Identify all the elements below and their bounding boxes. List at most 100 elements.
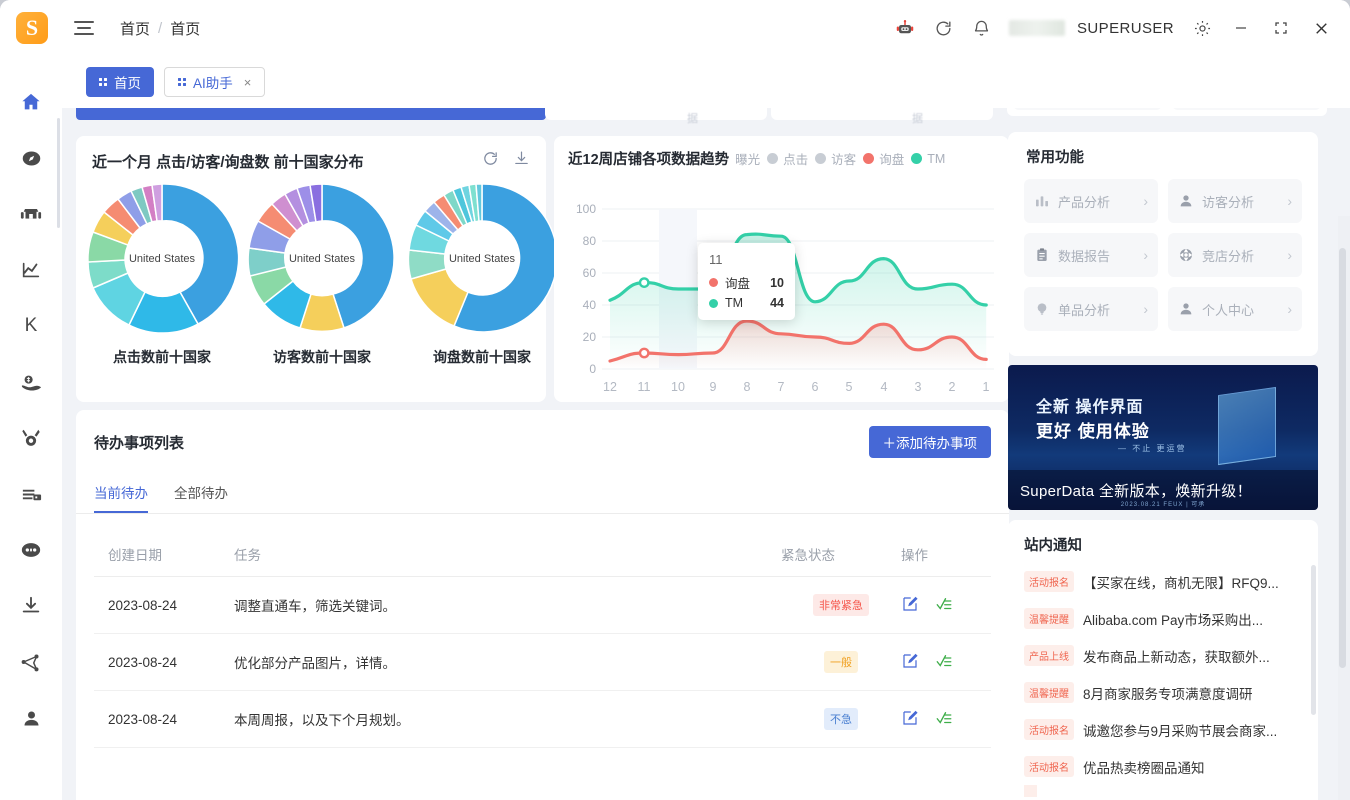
country-card-header: 近一个月 点击/访客/询盘数 前十国家分布 xyxy=(76,136,546,172)
todo-tab-current[interactable]: 当前待办 xyxy=(94,482,148,513)
function-visitor-analysis[interactable]: 访客分析 › xyxy=(1168,179,1302,223)
menu-toggle-icon[interactable] xyxy=(74,17,94,39)
function-personal-center[interactable]: 个人中心 › xyxy=(1168,287,1302,331)
list-item[interactable]: 温馨提醒 8月商家服务专项满意度调研 xyxy=(1024,674,1304,711)
svg-text:3: 3 xyxy=(915,380,922,391)
todo-header: 待办事项列表 ＋添加待办事项 xyxy=(76,410,1009,458)
notification-tag: 活动报名 xyxy=(1024,719,1074,740)
username-label: SUPERUSER xyxy=(1077,19,1174,37)
chevron-right-icon: › xyxy=(1287,247,1292,263)
legend-item-tm[interactable]: TM xyxy=(911,152,945,166)
svg-text:80: 80 xyxy=(583,234,597,248)
legend-label: 点击 xyxy=(783,153,809,167)
col-header-date: 创建日期 xyxy=(94,534,234,577)
list-item[interactable]: 产品上线 发布商品上新动态，获取额外... xyxy=(1024,637,1304,674)
sidebar-item-card-stack[interactable] xyxy=(0,466,62,522)
table-header-row: 创建日期 任务 紧急状态 操作 xyxy=(94,534,991,577)
bell-icon[interactable] xyxy=(971,18,991,38)
sidebar-item-keyword[interactable]: K xyxy=(0,298,62,354)
sidebar-item-trend-chart[interactable] xyxy=(0,242,62,298)
complete-icon[interactable] xyxy=(935,652,953,673)
add-todo-button[interactable]: ＋添加待办事项 xyxy=(868,426,991,458)
sidebar-item-download[interactable] xyxy=(0,578,62,634)
complete-icon[interactable] xyxy=(935,595,953,616)
tooltip-value: 10 xyxy=(770,275,784,290)
grid-icon xyxy=(99,78,107,86)
minimize-button[interactable] xyxy=(1230,17,1252,39)
app-window: S 首页 / 首页 SUPERUSER K 首页 AI助手 × 据 据 近一个月… xyxy=(0,0,1350,800)
sidebar: K xyxy=(0,56,62,800)
chevron-right-icon: › xyxy=(1143,193,1148,209)
function-single-product-analysis[interactable]: 单品分析 › xyxy=(1024,287,1158,331)
main-content: 据 据 近一个月 点击/访客/询盘数 前十国家分布 United States … xyxy=(62,108,1350,800)
sidebar-item-compass[interactable] xyxy=(0,130,62,186)
edit-icon[interactable] xyxy=(901,709,919,730)
legend-dot xyxy=(815,153,827,164)
notification-tag: 温馨提醒 xyxy=(1024,682,1074,703)
todo-card: 待办事项列表 ＋添加待办事项 当前待办 全部待办 创建日期 任务 紧急状态 操作 xyxy=(76,410,1009,800)
gear-icon[interactable] xyxy=(1192,18,1212,38)
legend-item-exposure[interactable]: 曝光 xyxy=(735,149,760,168)
list-item[interactable]: 温馨提醒 Alibaba.com Pay市场采购出... xyxy=(1024,600,1304,637)
function-data-report[interactable]: 数据报告 › xyxy=(1024,233,1158,277)
legend-label: TM xyxy=(927,151,946,166)
maximize-button[interactable] xyxy=(1270,17,1292,39)
list-item[interactable]: 活动报名 优品热卖榜圈品通知 xyxy=(1024,748,1304,785)
scrolled-card-mid-2 xyxy=(771,108,993,120)
close-icon[interactable]: × xyxy=(244,75,252,90)
tm-marker xyxy=(638,277,650,289)
robot-icon[interactable] xyxy=(895,18,915,38)
banner-footnote: 2023.08.21 FEUX | 可承 xyxy=(1120,502,1206,508)
promo-banner[interactable]: 全新 操作界面 更好 使用体验 — 不止 更运营 SuperData 全新版本，… xyxy=(1008,365,1318,510)
edit-icon[interactable] xyxy=(901,595,919,616)
content-scrollbar[interactable] xyxy=(1339,248,1346,668)
banner-hero-line1: 全新 操作界面 xyxy=(1036,399,1144,416)
svg-text:9: 9 xyxy=(710,380,717,391)
list-item-partial[interactable] xyxy=(1024,785,1304,797)
svg-text:11: 11 xyxy=(638,380,651,391)
breadcrumb-item-0[interactable]: 首页 xyxy=(120,18,150,39)
table-row[interactable]: 2023-08-24 本周周报，以及下个月规划。 不急 xyxy=(94,690,991,748)
grid-icon xyxy=(178,78,186,86)
sidebar-item-medal[interactable] xyxy=(0,410,62,466)
cell-status: 一般 xyxy=(781,633,901,691)
svg-text:7: 7 xyxy=(778,380,785,391)
table-row[interactable]: 2023-08-24 优化部分产品图片，详情。 一般 xyxy=(94,633,991,691)
sidebar-item-money-hand[interactable] xyxy=(0,354,62,410)
tab-home[interactable]: 首页 xyxy=(86,67,154,97)
breadcrumb-item-1[interactable]: 首页 xyxy=(170,18,200,39)
legend-item-clicks[interactable]: 点击 xyxy=(767,149,808,168)
tab-ai-assistant[interactable]: AI助手 × xyxy=(164,67,266,97)
scrolled-card-right xyxy=(1007,108,1327,116)
chart-y-axis: 100 80 60 40 20 0 xyxy=(576,202,596,376)
function-competitor-analysis[interactable]: 竞店分析 › xyxy=(1168,233,1302,277)
list-item[interactable]: 活动报名 诚邀您参与9月采购节展会商家... xyxy=(1024,711,1304,748)
edit-icon[interactable] xyxy=(901,652,919,673)
svg-text:5: 5 xyxy=(846,380,853,391)
sidebar-item-store[interactable] xyxy=(0,186,62,242)
function-label: 数据报告 xyxy=(1058,248,1111,264)
legend-item-inquiry[interactable]: 询盘 xyxy=(863,149,904,168)
sidebar-item-gauge[interactable] xyxy=(0,522,62,578)
notification-tag xyxy=(1024,785,1037,797)
table-row[interactable]: 2023-08-24 调整直通车，筛选关键词。 非常紧急 xyxy=(94,576,991,634)
notifications-scrollbar[interactable] xyxy=(1311,565,1316,715)
download-icon[interactable] xyxy=(513,150,530,172)
close-button[interactable] xyxy=(1310,17,1332,39)
todo-tab-all[interactable]: 全部待办 xyxy=(174,482,228,513)
refresh-icon[interactable] xyxy=(933,18,953,38)
sidebar-item-user[interactable] xyxy=(0,690,62,746)
function-label: 产品分析 xyxy=(1058,194,1111,210)
refresh-icon[interactable] xyxy=(482,150,499,172)
complete-icon[interactable] xyxy=(935,709,953,730)
ghost-text-2: 据 xyxy=(912,113,923,125)
sidebar-item-home[interactable] xyxy=(0,74,62,130)
clipboard-icon xyxy=(1034,247,1050,263)
notification-text: 优品热卖榜圈品通知 xyxy=(1083,760,1205,776)
sidebar-scrollbar[interactable] xyxy=(57,118,60,228)
function-product-analysis[interactable]: 产品分析 › xyxy=(1024,179,1158,223)
legend-item-visitors[interactable]: 访客 xyxy=(815,149,856,168)
sidebar-item-share-nodes[interactable] xyxy=(0,634,62,690)
donut-inquiries-label: 询盘数前十国家 xyxy=(433,349,531,365)
list-item[interactable]: 活动报名 【买家在线，商机无限】RFQ9... xyxy=(1024,563,1304,600)
